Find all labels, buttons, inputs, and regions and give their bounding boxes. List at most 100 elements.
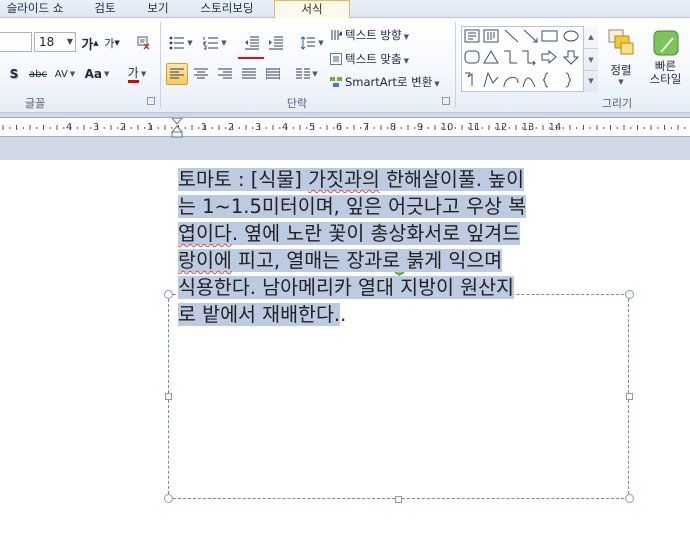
font-dialog-launcher[interactable] <box>147 97 155 105</box>
selected-text: 한해살이풀. 높이 <box>379 168 525 191</box>
ruler-area: 4 3 2 1 1 2 3 4 5 6 7 8 9 10 11 12 13 14 <box>0 113 690 160</box>
text-line: 엽이다. 옆에 노란 꽃이 총상화서로 잎겨드 <box>178 220 618 247</box>
quick-styles-button[interactable]: 빠른 스타일 <box>641 24 690 90</box>
tab-format[interactable]: 서식 <box>274 0 350 18</box>
text-line: 로 밭에서 재배한다.. <box>178 301 618 328</box>
columns-button[interactable]: ▼ <box>292 63 322 85</box>
quick-styles-icon <box>653 30 678 56</box>
line-spacing-button[interactable]: ▼ <box>298 32 326 54</box>
font-color-button[interactable]: 가 ▼ <box>120 63 154 85</box>
align-right-button[interactable] <box>214 63 236 85</box>
indent-marker-icon[interactable] <box>171 118 183 138</box>
text-line: 는 1~1.5미터이며, 잎은 어긋나고 우상 복 <box>178 193 618 220</box>
decrease-indent-button[interactable] <box>240 32 264 54</box>
down-arrow-shape-icon <box>562 50 580 65</box>
resize-handle-s[interactable] <box>395 496 402 503</box>
resize-handle-ne[interactable] <box>625 290 634 299</box>
shrink-font-button[interactable]: 가 ▼ <box>102 32 122 54</box>
clear-formatting-button[interactable] <box>133 32 155 54</box>
strikethrough-glyph: abc <box>29 68 47 80</box>
resize-handle-se[interactable] <box>625 494 634 503</box>
selected-text: 토마토 : [식물] <box>178 168 309 191</box>
font-color-glyph: 가 <box>127 66 139 83</box>
arrange-button[interactable]: 정렬 ▼ <box>602 24 640 90</box>
text-shadow-button[interactable]: S <box>4 63 24 85</box>
drawing-group-label: 그리기 <box>601 97 633 110</box>
text-line: 식용한다. 남아메리카 열대 지방이 원산지 <box>178 274 618 301</box>
ruler-number: 2 <box>227 122 235 133</box>
align-right-icon <box>218 68 232 79</box>
align-text-button[interactable]: 텍스트 맞춤 ▼ <box>330 50 409 68</box>
gallery-more-icon[interactable]: ▼ <box>584 70 598 90</box>
numbering-button[interactable]: ▼ <box>200 32 230 54</box>
chevron-down-icon: ▼ <box>140 70 147 78</box>
selected-text: 로 밭에서 재배한다. <box>178 303 341 326</box>
resize-handle-w[interactable] <box>165 393 172 400</box>
chevron-down-icon: ▼ <box>403 57 409 65</box>
arc-shape-icon <box>503 76 519 88</box>
text-line: 랑이에 피고, 열매는 장과로 붉게 익으며 <box>178 247 618 274</box>
vertical-text-box-shape-icon <box>483 29 499 43</box>
tab-storyboarding[interactable]: 스토리보딩 <box>188 0 266 18</box>
justify-button[interactable] <box>238 63 260 85</box>
align-center-button[interactable] <box>190 63 212 85</box>
chevron-down-icon: ▼ <box>104 70 110 78</box>
tab-review[interactable]: 검토 <box>80 0 130 18</box>
ruler-number: 8 <box>389 122 397 133</box>
change-case-button[interactable]: Aa ▼ <box>82 63 112 85</box>
horizontal-ruler[interactable]: 4 3 2 1 1 2 3 4 5 6 7 8 9 10 11 12 13 14 <box>0 117 690 138</box>
chevron-down-icon[interactable]: ▼ <box>67 33 73 51</box>
smartart-icon <box>330 77 342 87</box>
ruler-number: 5 <box>308 122 316 133</box>
bullets-button[interactable]: ▼ <box>166 32 196 54</box>
text-direction-button[interactable]: 텍스트 방향 ▼ <box>330 26 409 44</box>
ruler-number: 6 <box>335 122 343 133</box>
paragraph-dialog-launcher[interactable] <box>442 97 450 105</box>
tab-slide-show[interactable]: 슬라이드 쇼 <box>0 0 70 18</box>
chevron-down-icon: ▼ <box>187 39 193 47</box>
ruler-number: 1 <box>200 122 208 133</box>
gallery-down-icon[interactable]: ▼ <box>584 48 598 70</box>
gallery-scroll[interactable]: ▲ ▼ ▼ <box>583 26 598 92</box>
ruler-number: 12 <box>494 122 508 133</box>
resize-handle-e[interactable] <box>626 393 633 400</box>
text-direction-label: 텍스트 방향 <box>345 28 402 42</box>
increase-indent-button[interactable] <box>264 32 288 54</box>
selected-text: . 옆에 노란 꽃이 총상화서로 잎겨드 <box>231 222 521 245</box>
justify-icon <box>242 68 256 79</box>
character-spacing-button[interactable]: AV ▼ <box>52 63 78 85</box>
distributed-button[interactable] <box>262 63 284 85</box>
ruler-number: 11 <box>467 122 481 133</box>
font-name-combo[interactable] <box>0 32 32 52</box>
tab-view[interactable]: 보기 <box>134 0 182 18</box>
align-left-button[interactable] <box>166 63 188 85</box>
ruler-number: 13 <box>521 122 535 133</box>
ruler-number: 3 <box>254 122 262 133</box>
selected-text: 는 1~1.5미터이며, 잎은 어긋나고 우상 복 <box>178 195 527 218</box>
misspelled-word: 엽이다 <box>178 222 232 245</box>
slide-body-text[interactable]: 토마토 : [식물] 가짓과의 한해살이풀. 높이 는 1~1.5미터이며, 잎… <box>178 166 618 328</box>
freeform-shape-icon <box>465 72 473 86</box>
convert-smartart-button[interactable]: SmartArt로 변환 ▼ <box>330 73 440 91</box>
gallery-up-icon[interactable]: ▲ <box>584 26 598 48</box>
ruler-number: 1 <box>146 122 154 133</box>
change-case-glyph: Aa <box>84 67 102 81</box>
strikethrough-button[interactable]: abc <box>26 63 50 85</box>
elbow-connector-shape-icon <box>504 50 517 64</box>
text-cursor-end: . <box>340 303 347 326</box>
resize-handle-nw[interactable] <box>164 290 173 299</box>
triangle-shape-icon <box>483 50 499 64</box>
shapes-gallery[interactable] <box>461 26 598 92</box>
align-text-label: 텍스트 맞춤 <box>345 52 402 66</box>
ruler-number: 14 <box>548 122 562 133</box>
ruler-number: 3 <box>92 122 100 133</box>
chevron-down-icon: ▼ <box>618 78 624 86</box>
grow-font-button[interactable]: 가 ▲ <box>80 32 100 54</box>
shrink-arrow-icon: ▼ <box>114 39 120 47</box>
grow-font-glyph: 가 <box>81 37 94 53</box>
curve-shape-icon <box>522 77 536 88</box>
rectangle-shape-icon <box>541 30 558 42</box>
arrow-line-shape-icon <box>523 29 538 43</box>
resize-handle-sw[interactable] <box>164 494 173 503</box>
font-size-combo[interactable]: 18 ▼ <box>34 32 76 52</box>
